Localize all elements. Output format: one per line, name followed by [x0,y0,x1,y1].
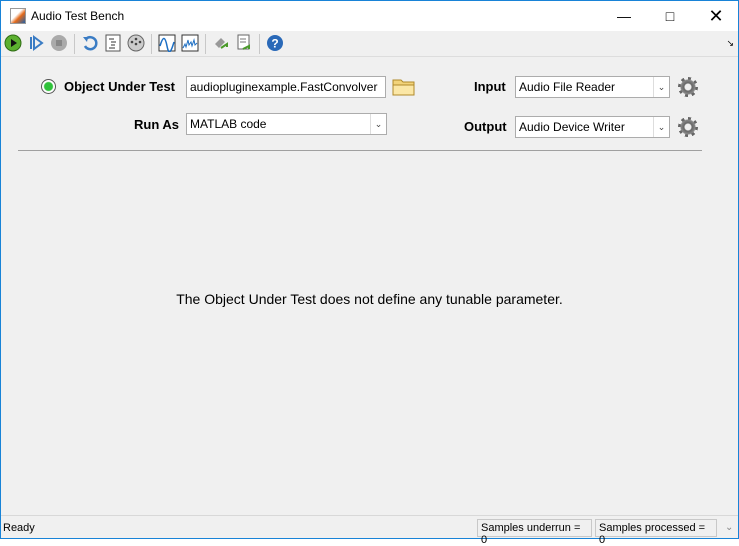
run-as-value: MATLAB code [190,117,267,131]
midi-icon[interactable] [127,34,145,52]
matlab-icon [10,8,26,24]
object-under-test-label: Object Under Test [64,79,176,94]
export-icon[interactable] [235,34,253,52]
output-dropdown[interactable]: Audio Device Writer ⌄ [515,116,670,138]
chevron-down-icon: ⌄ [653,117,669,137]
run-as-dropdown[interactable]: MATLAB code ⌄ [186,113,387,135]
separator [259,34,260,54]
status-indicator-icon [41,79,56,94]
close-button[interactable]: ✕ [693,1,739,31]
object-under-test-field[interactable]: audiopluginexample.FastConvolver [186,76,386,98]
toolbar: ? ↘ [1,31,738,57]
input-label: Input [474,79,506,94]
status-text: Ready [3,522,35,534]
help-icon[interactable]: ? [266,34,284,52]
minimize-button[interactable]: — [601,1,647,31]
chevron-down-icon: ⌄ [370,114,386,134]
separator [74,34,75,54]
toolbar-overflow-icon[interactable]: ↘ [726,38,734,49]
input-settings-gear-icon[interactable] [678,77,698,97]
output-value: Audio Device Writer [519,120,625,134]
run-as-label: Run As [134,117,180,132]
separator [205,34,206,54]
no-parameters-message: The Object Under Test does not define an… [176,291,563,307]
input-value: Audio File Reader [519,80,616,94]
reset-icon[interactable] [81,34,99,52]
time-scope-icon[interactable] [158,34,176,52]
audio-test-bench-window: Audio Test Bench — □ ✕ ? ↘ Object Under … [0,0,739,546]
code-icon[interactable] [104,34,122,52]
status-bar: Ready Samples underrun = 0 Samples proce… [1,515,738,546]
run-icon[interactable] [4,34,22,52]
window-title: Audio Test Bench [31,9,125,23]
spectrum-analyzer-icon[interactable] [181,34,199,52]
input-dropdown[interactable]: Audio File Reader ⌄ [515,76,670,98]
separator [151,34,152,54]
generate-plugin-icon[interactable] [212,34,230,52]
samples-processed: Samples processed = 0 [595,519,717,546]
output-label: Output [464,119,507,134]
maximize-button[interactable]: □ [647,1,693,31]
resize-grip-icon[interactable]: ⌄ [725,522,733,533]
chevron-down-icon: ⌄ [653,77,669,97]
title-bar: Audio Test Bench — □ ✕ [1,1,738,31]
step-icon[interactable] [27,34,45,52]
samples-underrun: Samples underrun = 0 [477,519,592,546]
folder-icon[interactable] [392,77,416,97]
stop-icon[interactable] [50,34,68,52]
svg-text:?: ? [271,37,278,51]
divider [18,150,702,151]
output-settings-gear-icon[interactable] [678,117,698,137]
